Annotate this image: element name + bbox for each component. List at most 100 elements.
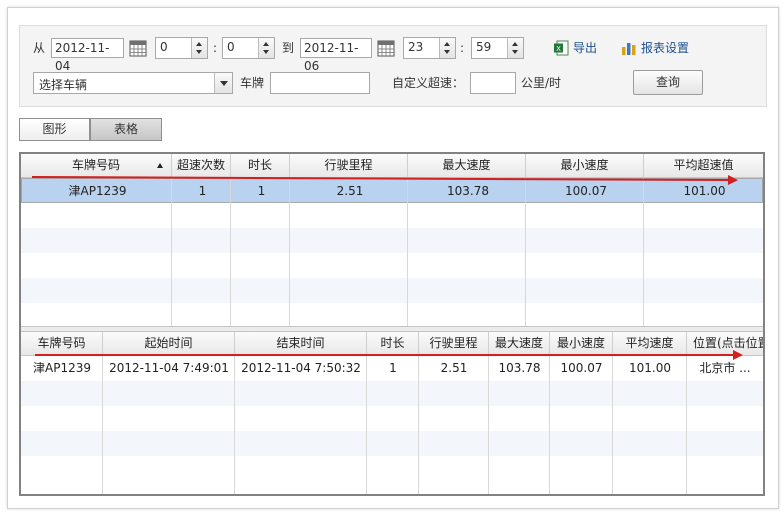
column-header-plate[interactable]: 车牌号码 (21, 154, 172, 177)
cell-avg-overspeed: 101.00 (683, 184, 726, 198)
stepper-buttons[interactable] (191, 38, 207, 58)
chevron-down-icon[interactable] (444, 50, 450, 54)
column-divider (407, 178, 408, 326)
cell-duration: 1 (389, 361, 397, 375)
chevron-up-icon[interactable] (512, 42, 518, 46)
vehicle-select[interactable]: 选择车辆 (33, 72, 233, 94)
column-header-location[interactable]: 位置(点击位置 (687, 332, 763, 355)
column-divider (525, 178, 526, 326)
tab-chart[interactable]: 图形 (19, 118, 90, 141)
column-divider (171, 178, 172, 326)
column-divider (418, 356, 419, 494)
column-header-max-speed[interactable]: 最大速度 (408, 154, 526, 177)
cell-plate: 津AP1239 (33, 361, 91, 375)
empty-row (21, 303, 763, 326)
column-header-avg-overspeed[interactable]: 平均超速值 (644, 154, 763, 177)
cell-mileage: 2.51 (440, 361, 468, 375)
column-divider (612, 356, 613, 494)
end-hour-value: 23 (408, 40, 424, 54)
start-minute-value: 0 (227, 40, 235, 54)
chevron-up-icon[interactable] (444, 42, 450, 46)
time-colon: : (460, 41, 465, 55)
column-divider (549, 356, 550, 494)
from-label: 从 (33, 41, 46, 55)
report-settings-link[interactable]: 报表设置 (641, 39, 689, 57)
empty-row (21, 278, 763, 303)
custom-speed-input[interactable] (470, 72, 516, 94)
empty-row (21, 381, 763, 406)
column-header-start-time[interactable]: 起始时间 (103, 332, 235, 355)
cell-avg-speed: 101.00 (629, 361, 671, 375)
stepper-buttons[interactable] (258, 38, 274, 58)
empty-row (21, 203, 763, 228)
chevron-up-icon[interactable] (263, 42, 269, 46)
tab-table[interactable]: 表格 (90, 118, 162, 141)
empty-row (21, 406, 763, 431)
arrowhead-icon (733, 350, 743, 360)
query-button[interactable]: 查询 (633, 70, 703, 95)
column-header-max-speed[interactable]: 最大速度 (489, 332, 550, 355)
plate-input[interactable] (270, 72, 370, 94)
column-header-label: 车牌号码 (71, 158, 120, 172)
table-row[interactable]: 津AP1239 2012-11-04 7:49:01 2012-11-04 7:… (21, 356, 763, 381)
start-minute-stepper[interactable]: 0 (222, 37, 275, 59)
detail-table: 车牌号码 起始时间 结束时间 时长 行驶里程 最大速度 最小速度 平均速度 位置… (21, 332, 763, 494)
column-header-avg-speed[interactable]: 平均速度 (613, 332, 687, 355)
chevron-down-icon[interactable] (512, 50, 518, 54)
empty-row (21, 431, 763, 456)
arrowhead-icon (727, 175, 739, 186)
empty-row (21, 228, 763, 253)
start-hour-value: 0 (160, 40, 168, 54)
custom-speed-label: 自定义超速： (392, 76, 465, 90)
chevron-down-icon[interactable] (263, 50, 269, 54)
table-row[interactable]: 津AP1239 1 1 2.51 103.78 100.07 101.00 (21, 178, 763, 203)
stepper-buttons[interactable] (439, 38, 455, 58)
column-header-end-time[interactable]: 结束时间 (235, 332, 367, 355)
cell-min-speed: 100.07 (565, 184, 607, 198)
export-link[interactable]: 导出 (573, 39, 597, 57)
column-header-duration[interactable]: 时长 (367, 332, 419, 355)
calendar-icon[interactable] (129, 39, 147, 57)
excel-icon[interactable]: X (553, 40, 569, 56)
end-minute-stepper[interactable]: 59 (471, 37, 524, 59)
cell-end-time: 2012-11-04 7:50:32 (241, 361, 361, 375)
start-hour-stepper[interactable]: 0 (155, 37, 208, 59)
vehicle-select-value: 选择车辆 (39, 78, 88, 92)
chevron-down-icon[interactable] (196, 50, 202, 54)
cell-max-speed: 103.78 (498, 361, 541, 375)
column-divider (230, 178, 231, 326)
cell-plate: 津AP1239 (68, 184, 127, 198)
column-header-min-speed[interactable]: 最小速度 (550, 332, 613, 355)
column-divider (488, 356, 489, 494)
results-area: 车牌号码 超速次数 时长 行驶里程 最大速度 最小速度 平均超速值 津AP123… (19, 152, 765, 496)
plate-label: 车牌 (240, 76, 265, 90)
end-hour-stepper[interactable]: 23 (403, 37, 456, 59)
table-header: 车牌号码 超速次数 时长 行驶里程 最大速度 最小速度 平均超速值 (21, 154, 763, 178)
time-colon: : (213, 41, 218, 55)
svg-text:X: X (556, 45, 561, 53)
end-date-input[interactable]: 2012-11-06 (300, 38, 372, 73)
column-header-duration[interactable]: 时长 (231, 154, 290, 177)
start-date-input[interactable]: 2012-11-04 (51, 38, 124, 73)
bar-chart-icon[interactable] (621, 40, 637, 56)
column-header-mileage[interactable]: 行驶里程 (290, 154, 408, 177)
column-header-min-speed[interactable]: 最小速度 (526, 154, 644, 177)
column-divider (686, 356, 687, 494)
empty-row (21, 456, 763, 481)
column-header-plate[interactable]: 车牌号码 (21, 332, 103, 355)
chevron-up-icon[interactable] (196, 42, 202, 46)
cell-min-speed: 100.07 (560, 361, 603, 375)
sort-ascending-icon (157, 163, 163, 168)
table-header: 车牌号码 起始时间 结束时间 时长 行驶里程 最大速度 最小速度 平均速度 位置… (21, 332, 763, 356)
column-divider (643, 178, 644, 326)
cell-location-link[interactable]: 北京市 ... (687, 356, 763, 381)
stepper-buttons[interactable] (507, 38, 523, 58)
dropdown-button[interactable] (214, 73, 232, 93)
calendar-icon[interactable] (377, 39, 395, 57)
end-minute-value: 59 (476, 40, 492, 54)
chevron-down-icon[interactable] (220, 81, 228, 86)
column-header-overspeed-count[interactable]: 超速次数 (172, 154, 231, 177)
column-header-mileage[interactable]: 行驶里程 (419, 332, 489, 355)
column-divider (234, 356, 235, 494)
column-divider (366, 356, 367, 494)
